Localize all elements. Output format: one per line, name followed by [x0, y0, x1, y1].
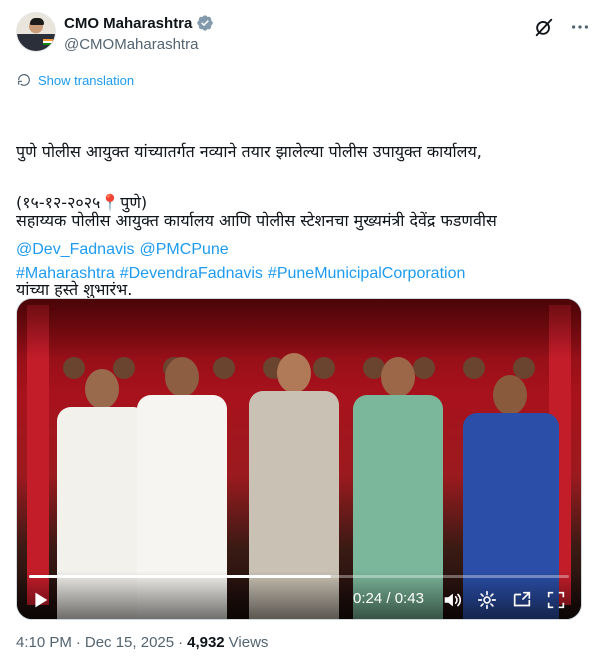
show-translation-label: Show translation	[38, 72, 135, 88]
play-icon[interactable]	[29, 589, 51, 611]
video-time: 0:24 / 0:43	[353, 590, 424, 607]
place-text: पुणे)	[120, 193, 148, 212]
video-progress-fill	[29, 575, 332, 578]
post-time[interactable]: 4:10 PM	[16, 634, 72, 651]
mentions: @Dev_Fadnavis @PMCPune	[16, 238, 234, 262]
name-row: CMO Maharashtra	[64, 14, 214, 32]
video-player[interactable]: 0:24 / 0:43	[16, 298, 582, 620]
hashtag-link[interactable]: #DevendraFadnavis	[120, 265, 263, 282]
video-progress-bar[interactable]	[29, 575, 569, 578]
meta-separator: ·	[178, 634, 184, 651]
tweet-header: CMO Maharashtra @CMOMaharashtra	[16, 12, 591, 60]
fullscreen-icon[interactable]	[545, 589, 567, 611]
duration: 0:43	[394, 590, 424, 607]
avatar-hair	[30, 18, 44, 25]
current-time: 0:24	[353, 590, 383, 607]
display-name[interactable]: CMO Maharashtra	[64, 15, 192, 32]
settings-icon[interactable]	[476, 589, 498, 611]
picture-in-picture-icon[interactable]	[511, 589, 533, 611]
avatar-flag-pin	[43, 39, 53, 45]
stage-shade	[17, 299, 581, 359]
views-count[interactable]: 4,932	[187, 634, 225, 651]
verified-badge-icon[interactable]	[196, 14, 214, 32]
time-separator: /	[382, 590, 395, 607]
avatar[interactable]	[16, 12, 56, 52]
post-date[interactable]: Dec 15, 2025	[85, 634, 174, 651]
show-translation-button[interactable]: Show translation	[16, 72, 134, 88]
grok-icon[interactable]	[533, 16, 555, 38]
mention-link[interactable]: @PMCPune	[140, 241, 229, 258]
volume-icon[interactable]	[441, 589, 463, 611]
hashtags: #Maharashtra #DevendraFadnavis #PuneMunici…	[16, 262, 470, 286]
pin-icon: 📍	[100, 193, 121, 212]
more-options-icon[interactable]	[569, 16, 591, 38]
tweet-meta: 4:10 PM · Dec 15, 2025 · 4,932 Views	[16, 634, 268, 651]
mention-link[interactable]: @Dev_Fadnavis	[16, 241, 135, 258]
tweet-text-line: पुणे पोलीस आयुक्त यांच्यातर्गत नव्याने त…	[16, 142, 482, 161]
translate-icon	[18, 74, 30, 86]
handle[interactable]: @CMOMaharashtra	[64, 36, 198, 53]
hashtag-link[interactable]: #Maharashtra	[16, 265, 115, 282]
tweet-date-line: (१५-१२-२०२५📍पुणे)	[16, 191, 147, 213]
video-controls: 0:24 / 0:43	[17, 571, 581, 619]
hashtag-link[interactable]: #PuneMunicipalCorporation	[268, 265, 465, 282]
views-label: Views	[228, 634, 269, 651]
date-text: (१५-१२-२०२५	[16, 193, 101, 212]
meta-separator: ·	[75, 634, 81, 651]
